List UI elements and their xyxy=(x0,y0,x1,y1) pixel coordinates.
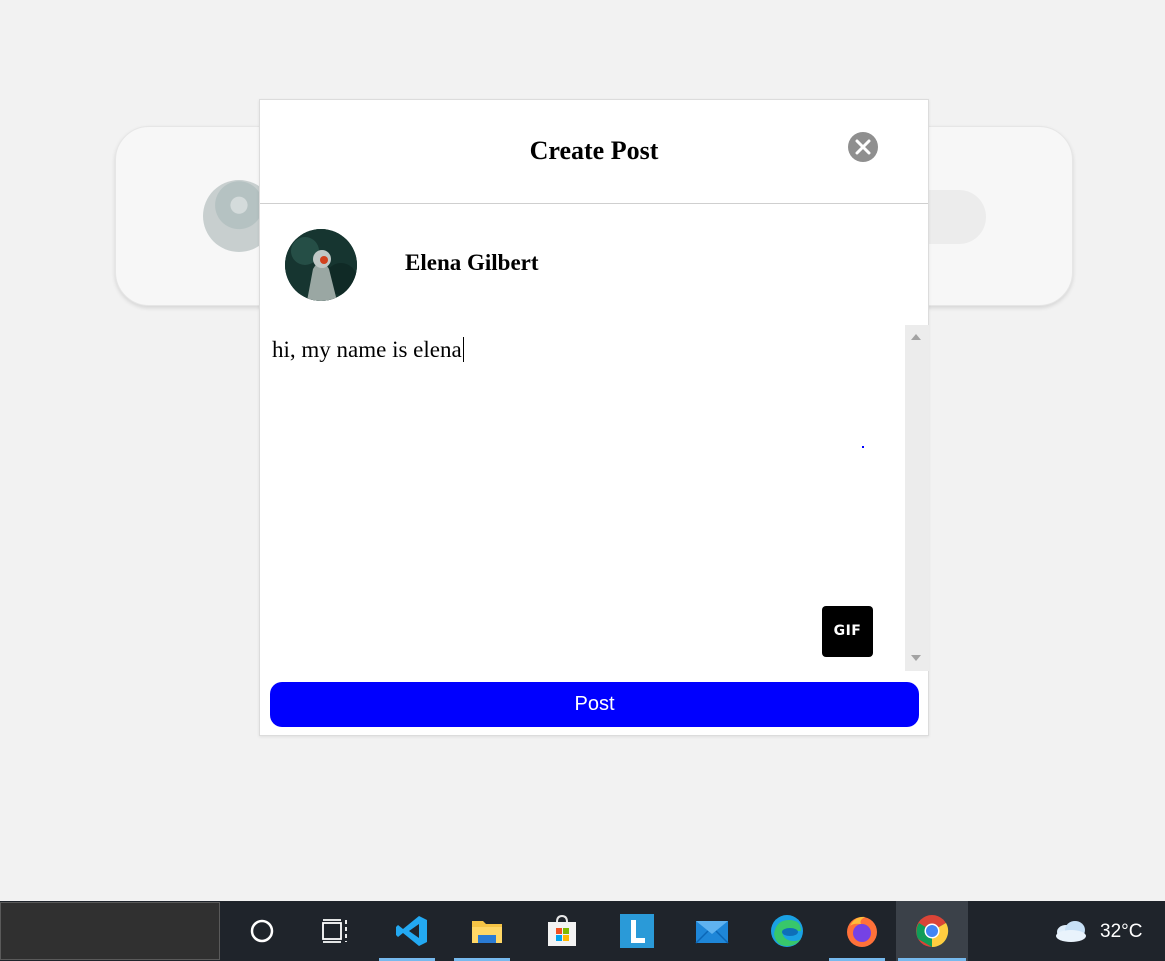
cortana-button[interactable] xyxy=(227,901,287,961)
firefox-button[interactable] xyxy=(827,901,887,961)
taskbar-search-box[interactable] xyxy=(0,902,220,960)
edge-icon xyxy=(771,915,803,947)
gif-button[interactable]: GIF xyxy=(822,606,873,657)
microsoft-store-button[interactable] xyxy=(527,901,587,961)
close-icon xyxy=(855,139,871,155)
vscode-button[interactable] xyxy=(377,901,437,961)
scroll-down-arrow-icon[interactable] xyxy=(911,655,921,661)
post-button[interactable]: Post xyxy=(270,682,919,727)
user-avatar xyxy=(285,229,357,301)
weather-temperature[interactable]: 32°C xyxy=(1100,921,1142,943)
modal-header: Create Post xyxy=(260,100,928,204)
task-view-icon xyxy=(322,919,347,943)
lightshot-button[interactable] xyxy=(602,901,662,961)
task-view-button[interactable] xyxy=(300,901,360,961)
create-post-modal: Create Post Elena Gilbert hi, my name is… xyxy=(259,99,929,736)
file-explorer-icon xyxy=(472,921,502,943)
weather-cloud-icon[interactable] xyxy=(1054,918,1088,944)
edge-button[interactable] xyxy=(752,901,812,961)
firefox-icon xyxy=(847,916,877,947)
file-explorer-button[interactable] xyxy=(452,901,512,961)
chrome-button[interactable] xyxy=(896,901,968,961)
close-button[interactable] xyxy=(848,132,878,162)
mail-icon xyxy=(695,921,729,944)
scroll-up-arrow-icon[interactable] xyxy=(911,334,921,340)
vscode-icon xyxy=(396,916,427,946)
modal-title: Create Post xyxy=(529,136,659,165)
user-name: Elena Gilbert xyxy=(405,250,539,275)
post-textarea[interactable]: hi, my name is elena GIF xyxy=(260,325,905,671)
post-text: hi, my name is elena xyxy=(272,337,464,362)
taskbar xyxy=(0,901,1165,961)
blue-dot xyxy=(862,446,864,448)
mail-button[interactable] xyxy=(677,901,737,961)
cortana-icon xyxy=(250,919,274,943)
microsoft-store-icon xyxy=(548,914,576,946)
scrollbar[interactable] xyxy=(905,325,929,671)
chrome-icon xyxy=(916,915,949,948)
lightshot-icon xyxy=(620,914,654,948)
